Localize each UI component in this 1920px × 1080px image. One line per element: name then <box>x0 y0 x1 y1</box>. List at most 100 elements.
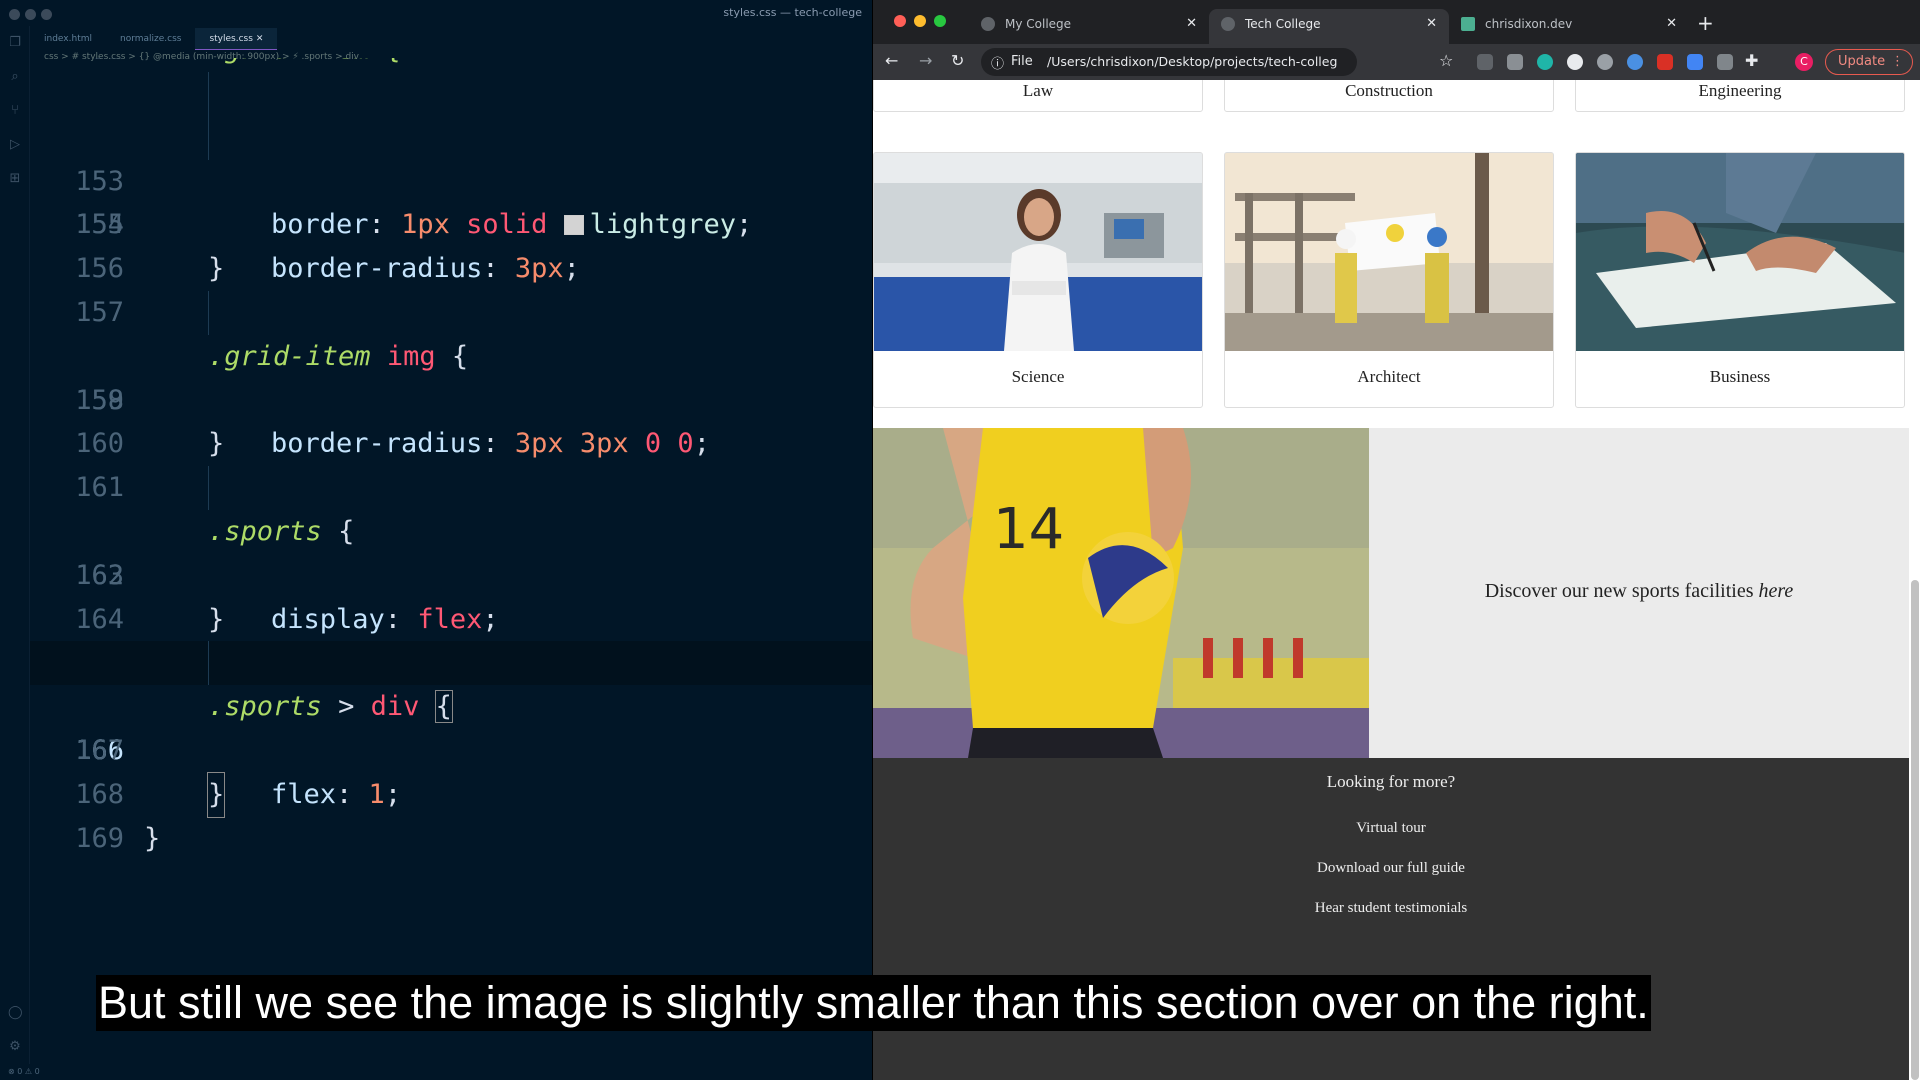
extension-pen-icon[interactable] <box>1477 54 1493 70</box>
extension-gear-icon[interactable] <box>1597 54 1613 70</box>
browser-window: My College ✕ Tech College ✕ chrisdixon.d… <box>872 0 1920 1080</box>
course-card-law[interactable]: Law <box>873 80 1203 112</box>
code-area[interactable]: 152 .grid-item { 153 border: 1px solid l… <box>30 58 872 854</box>
code-line: 155 } <box>30 160 872 284</box>
extensions-puzzle-icon[interactable]: ✚ <box>1745 52 1758 70</box>
architect-photo <box>1225 153 1553 351</box>
info-icon[interactable]: ⓘ <box>991 53 1004 72</box>
explorer-icon[interactable]: ❐ <box>8 36 22 50</box>
close-tab-icon[interactable]: ✕ <box>1426 9 1437 39</box>
browser-toolbar: ← → ↻ ⓘ File /Users/chrisdixon/Desktop/p… <box>873 44 1920 80</box>
code-text: } <box>144 822 161 854</box>
source-control-icon[interactable]: ⑂ <box>8 104 22 118</box>
back-arrow-icon[interactable]: ← <box>885 52 898 70</box>
run-debug-icon[interactable]: ▷ <box>8 138 22 152</box>
footer-heading: Looking for more? <box>1326 772 1456 791</box>
editor-titlebar: styles.css — tech-college <box>0 0 872 26</box>
code-line: 167 } <box>30 685 872 818</box>
sports-text: Discover our new sports facilities <box>1484 580 1759 602</box>
close-tab-icon[interactable]: ✕ <box>256 34 264 44</box>
extension-grey-icon[interactable] <box>1717 54 1733 70</box>
status-bar[interactable]: ⊗ 0 ⚠ 0 <box>0 1064 872 1080</box>
card-label: Law <box>1022 81 1054 100</box>
course-card-engineering[interactable]: Engineering <box>1575 80 1905 112</box>
scrollbar-thumb[interactable] <box>1911 580 1919 1080</box>
course-card-construction[interactable]: Construction <box>1224 80 1554 112</box>
code-line: 157 .grid-item img { <box>30 247 872 372</box>
card-label: Business <box>1709 367 1771 386</box>
zoom-window-button[interactable] <box>41 9 52 20</box>
reload-icon[interactable]: ↻ <box>951 52 964 70</box>
bookmark-star-icon[interactable]: ☆ <box>1439 52 1453 70</box>
close-window-button[interactable] <box>9 9 20 20</box>
settings-gear-icon[interactable]: ⚙ <box>8 1040 22 1054</box>
code-line: 161 .sports { <box>30 422 872 547</box>
course-card-architect[interactable]: Architect <box>1224 152 1554 408</box>
extension-red-icon[interactable] <box>1657 54 1673 70</box>
tab-styles-css[interactable]: styles.css ✕ <box>195 28 278 50</box>
code-line: 156 <box>30 203 872 284</box>
editor-tabs: index.html normalize.css styles.css ✕ <box>30 28 278 50</box>
volleyball-player-image: 14 <box>873 428 1369 758</box>
code-line: 158 border-radius: 3px 3px 0 0; <box>30 290 872 459</box>
tab-label: My College <box>1005 17 1072 31</box>
tab-index-html[interactable]: index.html <box>30 28 106 50</box>
business-photo <box>1576 153 1904 351</box>
extension-globe-icon[interactable] <box>1627 54 1643 70</box>
tab-tech-college[interactable]: Tech College ✕ <box>1209 9 1449 44</box>
science-photo <box>874 153 1202 351</box>
extension-v-icon[interactable] <box>1507 54 1523 70</box>
update-label: Update <box>1838 54 1886 69</box>
code-line: 168 } <box>30 729 872 854</box>
indent-guide <box>208 115 209 160</box>
extensions-icon[interactable]: ⊞ <box>8 172 22 186</box>
extension-circle-icon[interactable] <box>1567 54 1583 70</box>
window-title: styles.css — tech-college <box>723 6 862 19</box>
code-line: 160 <box>30 379 872 459</box>
profile-avatar[interactable]: C <box>1795 53 1813 71</box>
footer-link-download-guide[interactable]: Download our full guide <box>873 860 1909 877</box>
globe-icon <box>981 17 995 31</box>
tab-strip: My College ✕ Tech College ✕ chrisdixon.d… <box>873 0 1920 44</box>
business-signing-image <box>1576 153 1904 351</box>
video-subtitle: But still we see the image is slightly s… <box>96 975 1651 1031</box>
footer-link-testimonials[interactable]: Hear student testimonials <box>873 900 1909 917</box>
course-card-business[interactable]: Business <box>1575 152 1905 408</box>
card-label: Engineering <box>1698 81 1782 100</box>
tab-styles-css-label: styles.css <box>209 34 253 44</box>
forward-arrow-icon[interactable]: → <box>919 52 932 70</box>
sports-link[interactable]: here <box>1759 580 1794 602</box>
indent-guide <box>208 641 209 686</box>
minimize-window-button[interactable] <box>914 15 926 27</box>
card-label: Architect <box>1357 367 1421 386</box>
account-icon[interactable]: ◯ <box>8 1006 23 1020</box>
card-label: Construction <box>1345 81 1433 100</box>
update-button[interactable]: Update ⋮ <box>1825 49 1913 75</box>
new-tab-button[interactable]: + <box>1697 11 1714 35</box>
page-scrollbar[interactable] <box>1909 80 1920 1080</box>
tab-my-college[interactable]: My College ✕ <box>969 9 1209 44</box>
line-number: 169 <box>75 822 124 854</box>
close-tab-icon[interactable]: ✕ <box>1666 9 1677 39</box>
more-menu-icon[interactable]: ⋮ <box>1891 50 1904 74</box>
code-line-current: 166 flex: 1; <box>30 641 872 810</box>
code-line: 169 <box>30 773 872 854</box>
sports-text-panel: Discover our new sports facilities here <box>1369 428 1909 758</box>
search-icon[interactable]: ⌕ <box>8 70 22 84</box>
close-window-button[interactable] <box>894 15 906 27</box>
close-tab-icon[interactable]: ✕ <box>1186 9 1197 39</box>
zoom-window-button[interactable] <box>934 15 946 27</box>
extension-blue-icon[interactable] <box>1687 54 1703 70</box>
course-card-science[interactable]: Science <box>873 152 1203 408</box>
indent-guide <box>208 290 209 335</box>
tab-normalize-css[interactable]: normalize.css <box>106 28 195 50</box>
address-bar[interactable]: ⓘ File /Users/chrisdixon/Desktop/project… <box>981 48 1357 76</box>
indent-guide <box>208 466 209 510</box>
code-line: 159 } <box>30 335 872 460</box>
page-viewport[interactable]: Law Construction Engineering Science Arc… <box>873 80 1920 1080</box>
minimize-window-button[interactable] <box>25 9 36 20</box>
footer-link-virtual-tour[interactable]: Virtual tour <box>873 820 1909 837</box>
tab-chrisdixon[interactable]: chrisdixon.dev ✕ <box>1449 9 1689 44</box>
url-text[interactable]: /Users/chrisdixon/Desktop/projects/tech-… <box>1047 54 1337 69</box>
extension-m-icon[interactable] <box>1537 54 1553 70</box>
